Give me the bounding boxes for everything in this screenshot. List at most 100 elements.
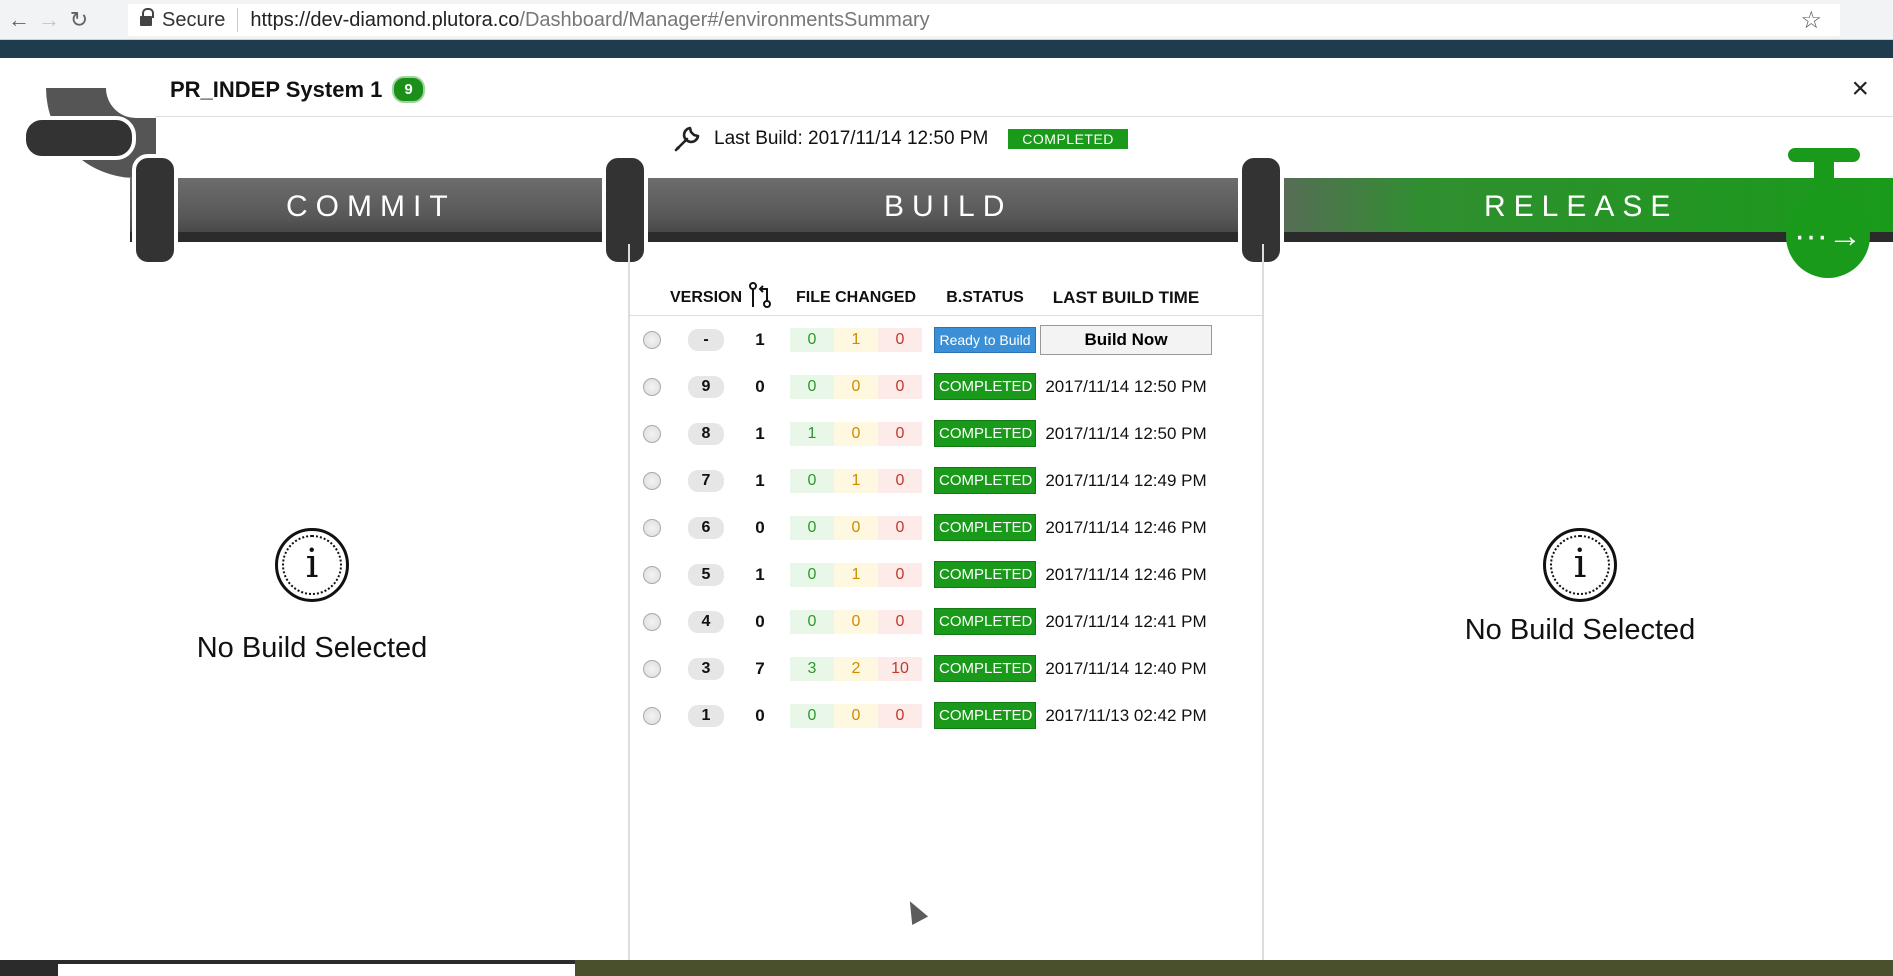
release-arrow-icon[interactable]: ···→ bbox=[1786, 194, 1870, 278]
pipe-shadow bbox=[130, 232, 1893, 242]
forward-icon[interactable]: → bbox=[34, 5, 64, 35]
table-row[interactable]: 6 0 0 0 0 COMPLETED 2017/11/14 12:46 PM bbox=[630, 504, 1262, 551]
build-status-badge: COMPLETED bbox=[934, 420, 1036, 447]
url-host: https://dev-diamond.plutora.co bbox=[250, 8, 520, 31]
build-status-badge: COMPLETED bbox=[934, 702, 1036, 729]
table-row[interactable]: 5 1 0 1 0 COMPLETED 2017/11/14 12:46 PM bbox=[630, 551, 1262, 598]
radio-button[interactable] bbox=[643, 659, 661, 678]
title-divider bbox=[155, 116, 1893, 117]
pipe-elbow-flange bbox=[22, 116, 136, 160]
last-build-time: 2017/11/14 12:49 PM bbox=[1045, 470, 1207, 490]
last-build-time: 2017/11/14 12:50 PM bbox=[1045, 423, 1207, 443]
radio-button[interactable] bbox=[643, 565, 661, 584]
pipe-flange-build bbox=[602, 154, 648, 266]
row-radio[interactable] bbox=[630, 706, 674, 725]
release-empty-message: No Build Selected bbox=[1464, 614, 1696, 646]
wrench-icon bbox=[674, 126, 700, 152]
stage-commit[interactable]: COMMIT bbox=[286, 190, 456, 224]
version-number: 6 bbox=[688, 516, 724, 539]
version-number: 8 bbox=[688, 422, 724, 445]
files-modified: 0 bbox=[834, 609, 878, 634]
back-icon[interactable]: ← bbox=[4, 5, 34, 35]
radio-button[interactable] bbox=[643, 330, 661, 349]
version-number: 3 bbox=[688, 657, 724, 680]
version-number: - bbox=[688, 328, 724, 351]
builds-table: VERSION FILE CHANGED B.STATUS LAST BUILD… bbox=[630, 280, 1262, 739]
commit-count: 1 bbox=[755, 564, 765, 584]
row-radio[interactable] bbox=[630, 612, 674, 631]
info-icon: i bbox=[275, 528, 349, 602]
files-deleted: 0 bbox=[878, 374, 922, 399]
table-row[interactable]: 9 0 0 0 0 COMPLETED 2017/11/14 12:50 PM bbox=[630, 363, 1262, 410]
table-row[interactable]: 8 1 1 0 0 COMPLETED 2017/11/14 12:50 PM bbox=[630, 410, 1262, 457]
row-radio[interactable] bbox=[630, 565, 674, 584]
header-files: FILE CHANGED bbox=[796, 288, 916, 306]
page-background-strip bbox=[0, 40, 1893, 58]
table-row[interactable]: 3 7 3 2 10 COMPLETED 2017/11/14 12:40 PM bbox=[630, 645, 1262, 692]
files-changed: 3 2 10 bbox=[782, 656, 930, 681]
info-icon: i bbox=[1543, 528, 1617, 602]
files-modified: 1 bbox=[834, 327, 878, 352]
pipeline-bar: COMMIT BUILD RELEASE bbox=[0, 154, 1893, 266]
files-added: 0 bbox=[790, 327, 834, 352]
build-now-button[interactable]: Build Now bbox=[1040, 324, 1212, 355]
column-divider-right bbox=[1262, 244, 1264, 960]
radio-button[interactable] bbox=[643, 377, 661, 396]
files-deleted: 0 bbox=[878, 468, 922, 493]
bookmark-star-icon[interactable]: ☆ bbox=[1800, 6, 1822, 35]
address-bar[interactable]: Secure https://dev-diamond.plutora.co/Da… bbox=[128, 4, 1840, 36]
row-radio[interactable] bbox=[630, 424, 674, 443]
row-radio[interactable] bbox=[630, 659, 674, 678]
radio-button[interactable] bbox=[643, 424, 661, 443]
close-button[interactable]: × bbox=[1851, 72, 1869, 106]
mouse-cursor bbox=[901, 897, 929, 925]
table-row[interactable]: 7 1 0 1 0 COMPLETED 2017/11/14 12:49 PM bbox=[630, 457, 1262, 504]
files-changed: 000 bbox=[782, 515, 930, 540]
row-radio[interactable] bbox=[630, 330, 674, 349]
table-body: -1 0 1 0 Ready to Build Build Now 9 0 0 0 0 COMPLET… bbox=[630, 316, 1262, 739]
radio-button[interactable] bbox=[643, 518, 661, 537]
lock-icon bbox=[140, 8, 154, 27]
files-changed: 000 bbox=[782, 374, 930, 399]
stage-release[interactable]: RELEASE bbox=[1484, 190, 1678, 224]
table-row[interactable]: 4 0 0 0 0 COMPLETED 2017/11/14 12:41 PM bbox=[630, 598, 1262, 645]
table-row[interactable]: 1 0 0 0 0 COMPLETED 2017/11/13 02:42 PM bbox=[630, 692, 1262, 739]
files-changed: 000 bbox=[782, 609, 930, 634]
header-status: B.STATUS bbox=[946, 288, 1024, 306]
files-changed: 000 bbox=[782, 703, 930, 728]
radio-button[interactable] bbox=[643, 471, 661, 490]
last-build-time: 2017/11/14 12:40 PM bbox=[1045, 658, 1207, 678]
version-number: 7 bbox=[688, 469, 724, 492]
build-status-badge: COMPLETED bbox=[934, 608, 1036, 635]
files-added: 0 bbox=[790, 515, 834, 540]
commit-count: 0 bbox=[755, 517, 765, 537]
table-header: VERSION FILE CHANGED B.STATUS LAST BUILD… bbox=[630, 280, 1262, 316]
tap-stem bbox=[1814, 154, 1834, 198]
browser-toolbar: ← → ↻ Secure https://dev-diamond.plutora… bbox=[0, 0, 1893, 40]
files-changed: 010 bbox=[782, 468, 930, 493]
build-status-badge: COMPLETED bbox=[934, 561, 1036, 588]
environment-modal: PR_INDEP System 1 9 × Last Build: 2017/1… bbox=[0, 58, 1893, 960]
files-added: 0 bbox=[790, 374, 834, 399]
last-build-status: COMPLETED bbox=[1008, 129, 1128, 149]
files-modified: 2 bbox=[834, 656, 878, 681]
build-status-badge: COMPLETED bbox=[934, 655, 1036, 682]
files-deleted: 0 bbox=[878, 327, 922, 352]
radio-button[interactable] bbox=[643, 706, 661, 725]
row-radio[interactable] bbox=[630, 377, 674, 396]
files-changed: 100 bbox=[782, 421, 930, 446]
table-row[interactable]: -1 0 1 0 Ready to Build Build Now bbox=[630, 316, 1262, 363]
commit-count: 1 bbox=[755, 329, 765, 349]
version-number: 4 bbox=[688, 610, 724, 633]
build-status-badge: COMPLETED bbox=[934, 467, 1036, 494]
last-build-time: 2017/11/14 12:46 PM bbox=[1045, 564, 1207, 584]
stage-build[interactable]: BUILD bbox=[884, 190, 1012, 224]
modal-title: PR_INDEP System 1 9 bbox=[170, 76, 425, 103]
row-radio[interactable] bbox=[630, 471, 674, 490]
radio-button[interactable] bbox=[643, 612, 661, 631]
reload-icon[interactable]: ↻ bbox=[64, 5, 94, 35]
row-radio[interactable] bbox=[630, 518, 674, 537]
files-modified: 0 bbox=[834, 703, 878, 728]
files-modified: 0 bbox=[834, 374, 878, 399]
build-count-badge: 9 bbox=[392, 76, 425, 103]
